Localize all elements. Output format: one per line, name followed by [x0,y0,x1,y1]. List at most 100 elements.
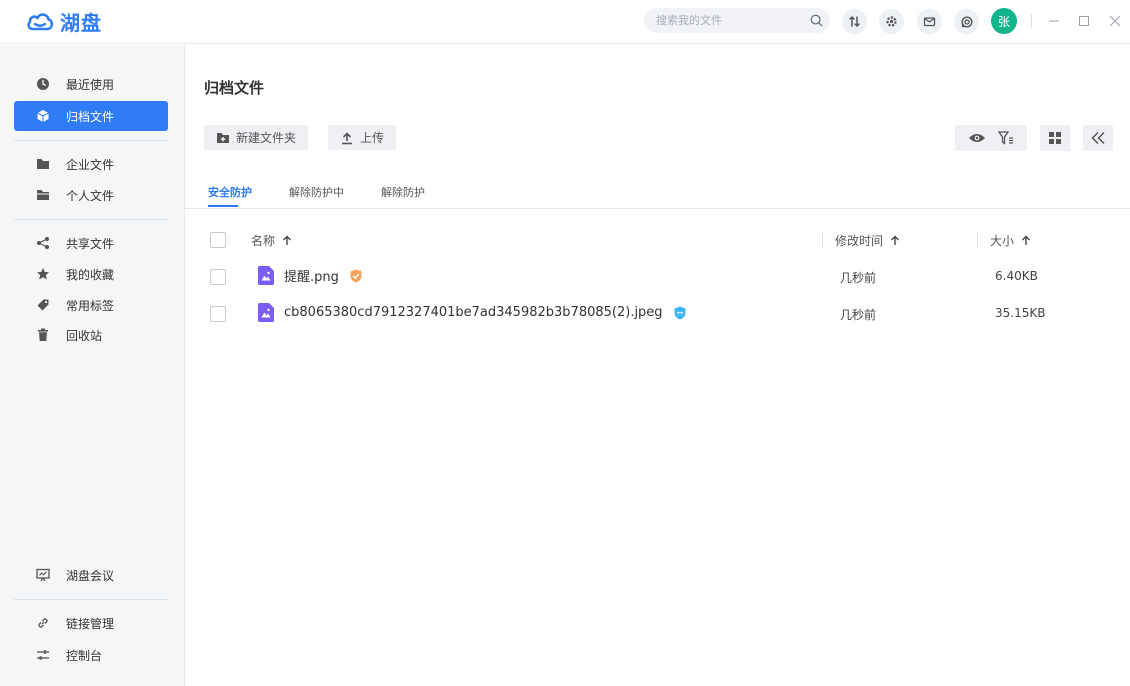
sidebar: 最近使用 归档文件 企业文件 个人文件 共享文件 我的收藏 常用标签 回收站 湖… [0,45,185,686]
sidebar-item-enterprise[interactable]: 企业文件 [14,149,168,179]
row-checkbox[interactable] [210,269,226,285]
sidebar-item-label: 个人文件 [66,188,115,203]
sidebar-item-links[interactable]: 链接管理 [14,608,168,638]
search-box[interactable] [644,8,830,33]
sidebar-item-label: 控制台 [66,648,103,663]
row-checkbox[interactable] [210,306,226,322]
new-folder-button[interactable]: 新建文件夹 [204,125,309,150]
column-header-label: 修改时间 [835,234,884,248]
console-icon [36,648,50,662]
column-divider [822,233,823,247]
column-divider [977,233,978,247]
app-logo[interactable]: 湖盘 [26,6,102,36]
sidebar-item-label: 湖盘会议 [66,568,115,583]
clock-icon [36,77,50,91]
cloud-logo-icon [27,13,54,31]
sidebar-divider [14,599,168,600]
app-name: 湖盘 [60,10,102,35]
sidebar-item-personal[interactable]: 个人文件 [14,180,168,210]
sidebar-item-label: 回收站 [66,328,103,343]
sidebar-divider [14,140,168,141]
new-folder-label: 新建文件夹 [236,131,297,145]
sidebar-item-archive[interactable]: 归档文件 [14,101,168,131]
main-content: 归档文件 新建文件夹 上传 安全防护 解除防护中 解除防护 名称 修改时间 大小… [185,45,1130,686]
sidebar-item-trash[interactable]: 回收站 [14,320,168,350]
double-chevron-left-icon [1091,131,1105,145]
minimize-button[interactable] [1045,12,1063,30]
modified-time: 几秒前 [840,308,877,322]
upload-button[interactable]: 上传 [328,125,397,150]
filter-icon [998,131,1013,145]
sort-arrow-up-icon [282,235,292,246]
page-title: 归档文件 [204,79,265,97]
select-all-checkbox[interactable] [210,232,226,248]
link-icon [36,616,50,630]
sidebar-item-label: 我的收藏 [66,267,115,282]
tab-bar: 安全防护 解除防护中 解除防护 [185,181,1130,209]
sidebar-item-meeting[interactable]: 湖盘会议 [14,560,168,590]
sidebar-item-tags[interactable]: 常用标签 [14,290,168,320]
sidebar-item-label: 共享文件 [66,236,115,251]
filter-button[interactable] [998,131,1014,145]
transfer-icon [849,16,860,27]
messages-button[interactable] [917,9,942,34]
window-controls-divider [1031,14,1032,28]
sidebar-item-shared[interactable]: 共享文件 [14,228,168,258]
image-file-icon [258,266,274,285]
collapse-panel-button[interactable] [1083,125,1113,151]
file-size: 35.15KB [995,306,1046,320]
title-bar: 湖盘 张 [0,0,1130,44]
transfer-button[interactable] [842,9,867,34]
active-tab-indicator [208,205,238,207]
column-header-label: 大小 [990,234,1015,248]
meeting-icon [36,568,50,582]
close-icon [1109,15,1121,27]
close-button[interactable] [1106,12,1124,30]
column-header-modified[interactable]: 修改时间 [835,232,900,249]
file-name: 提醒.png [284,270,339,285]
folder-icon [36,157,50,171]
sidebar-item-label: 常用标签 [66,298,115,313]
trash-icon [36,328,50,342]
tab-unprotecting[interactable]: 解除防护中 [289,184,344,200]
file-name: cb8065380cd7912327401be7ad345982b3b78085… [284,305,663,320]
table-row[interactable]: cb8065380cd7912327401be7ad345982b3b78085… [258,303,687,322]
gear-icon [886,16,897,27]
column-header-size[interactable]: 大小 [990,232,1031,249]
upload-label: 上传 [360,131,385,145]
search-input[interactable] [656,11,804,30]
sort-arrow-up-icon [890,235,900,246]
column-header-label: 名称 [251,234,276,248]
sidebar-item-label: 链接管理 [66,616,115,631]
column-header-name[interactable]: 名称 [251,232,292,249]
table-row[interactable]: 提醒.png [258,266,363,285]
folder-open-icon [36,188,50,202]
sidebar-item-recent[interactable]: 最近使用 [14,69,168,99]
maximize-button[interactable] [1075,12,1093,30]
sort-arrow-up-icon [1021,235,1031,246]
folder-plus-icon [216,132,230,144]
preview-button[interactable] [968,132,986,144]
image-file-icon [258,303,274,322]
upload-icon [340,131,354,145]
grid-view-button[interactable] [1040,125,1070,151]
cube-icon [36,109,50,123]
mail-icon [923,17,936,27]
orange-shield-icon [349,269,363,283]
sidebar-item-favorites[interactable]: 我的收藏 [14,259,168,289]
user-avatar[interactable]: 张 [991,8,1017,34]
search-icon[interactable] [809,13,824,28]
sidebar-item-console[interactable]: 控制台 [14,640,168,670]
support-button[interactable] [954,9,979,34]
tab-protected[interactable]: 安全防护 [208,184,252,200]
tab-unprotected[interactable]: 解除防护 [381,184,425,200]
sidebar-item-label: 企业文件 [66,157,115,172]
settings-button[interactable] [879,9,904,34]
share-icon [36,236,50,250]
blue-shield-icon [673,306,687,320]
sidebar-divider [14,219,168,220]
grid-icon [1049,132,1061,144]
sidebar-item-label: 最近使用 [66,77,115,92]
star-icon [36,267,50,281]
view-filter-group [955,125,1027,151]
